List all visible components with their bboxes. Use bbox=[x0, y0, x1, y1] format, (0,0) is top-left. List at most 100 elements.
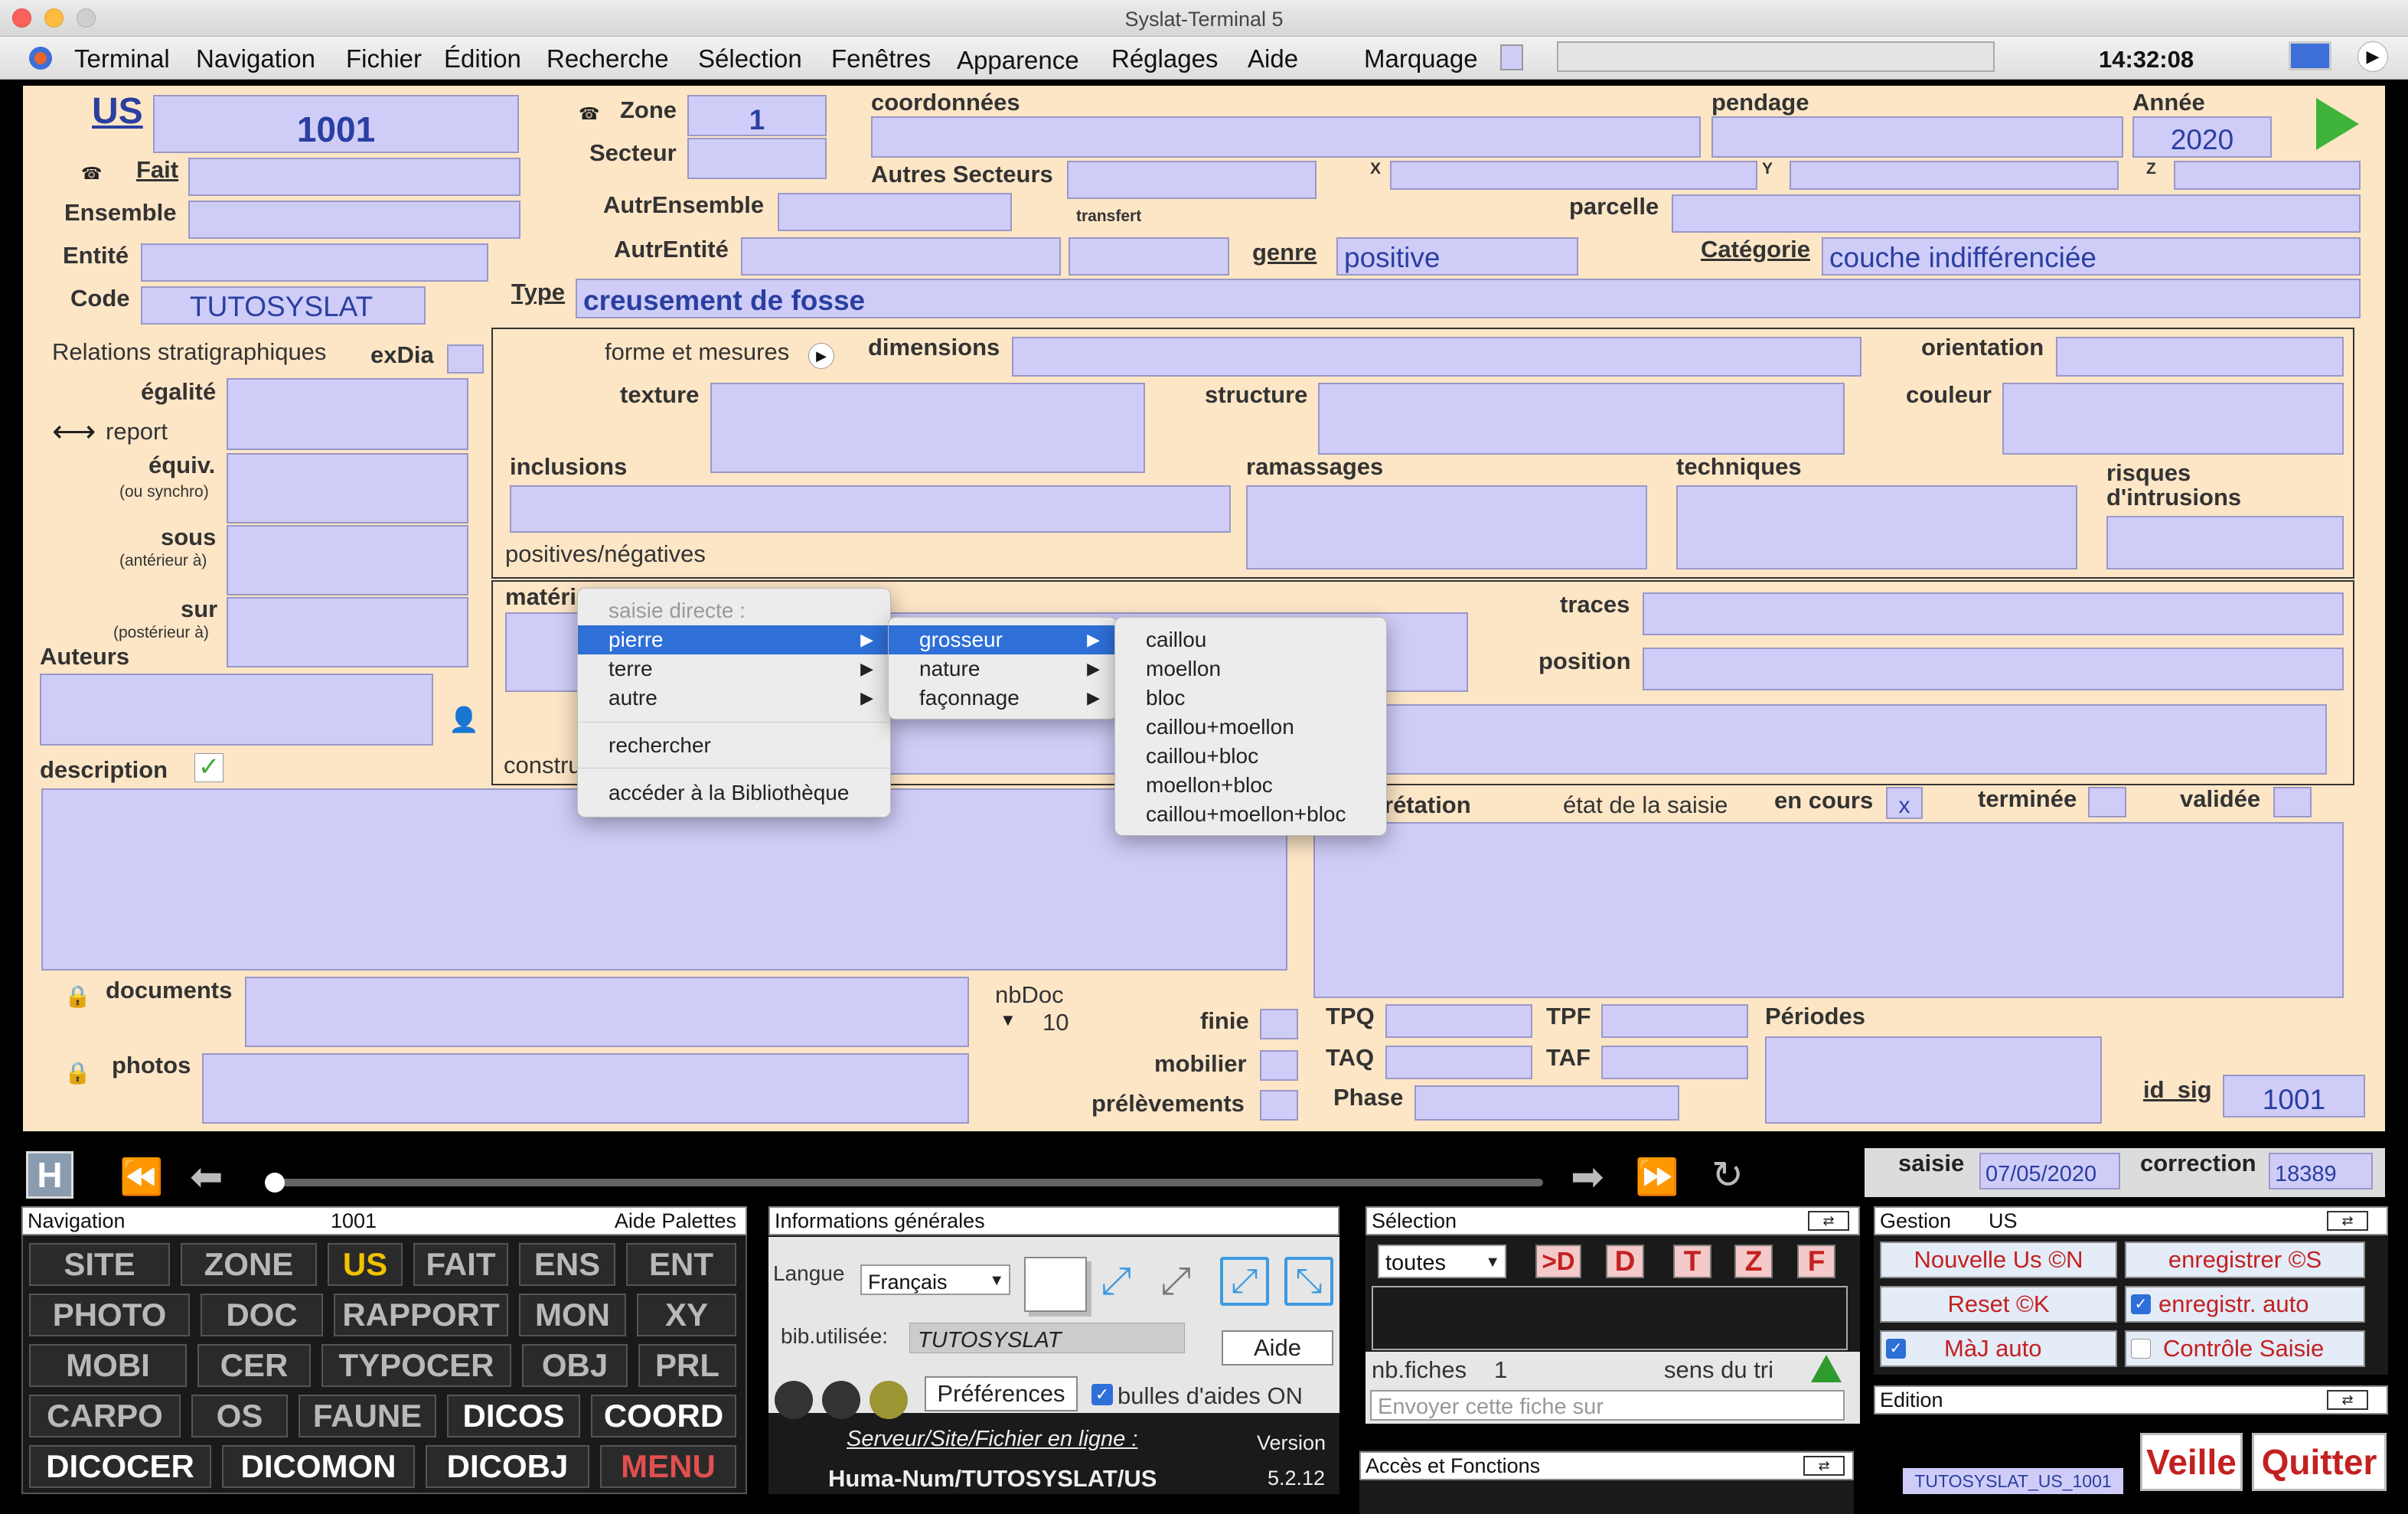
aide-button[interactable]: Aide bbox=[1222, 1330, 1333, 1366]
menu-terminal[interactable]: Terminal bbox=[74, 44, 170, 73]
next-record-arrow-icon[interactable]: ➡ bbox=[1571, 1157, 1604, 1197]
gestion-collapse-icon[interactable]: ⇄ bbox=[2327, 1211, 2368, 1231]
genre-label[interactable]: genre bbox=[1252, 240, 1317, 264]
maj-auto-toggle[interactable]: ✓ MàJ auto bbox=[1880, 1330, 2117, 1367]
collapse-icon[interactable]: ⤡ bbox=[1284, 1257, 1333, 1306]
last-record-icon[interactable]: ⏩ bbox=[1635, 1159, 1679, 1194]
nav-rapport-button[interactable]: RAPPORT bbox=[334, 1294, 508, 1336]
entite-field[interactable] bbox=[141, 243, 488, 282]
first-record-icon[interactable]: ⏪ bbox=[119, 1159, 163, 1194]
us-number-field[interactable]: 1001 bbox=[153, 95, 519, 153]
autrentite-field[interactable] bbox=[741, 237, 1061, 276]
auteurs-field[interactable] bbox=[40, 674, 433, 746]
expand-icon-2[interactable]: ⤢ bbox=[1160, 1261, 1191, 1300]
nouvelle-us-button[interactable]: Nouvelle Us ©N bbox=[1880, 1242, 2117, 1278]
correction-field[interactable]: 18389 bbox=[2269, 1153, 2373, 1189]
record-slider-thumb[interactable] bbox=[265, 1173, 285, 1193]
menu-fichier[interactable]: Fichier bbox=[346, 44, 422, 73]
nav-mon-button[interactable]: MON bbox=[519, 1294, 626, 1336]
expand-icon-3[interactable]: ⤢ bbox=[1220, 1257, 1269, 1306]
sous-field[interactable] bbox=[227, 525, 468, 595]
coordonnees-field[interactable] bbox=[871, 116, 1701, 158]
tpf-field[interactable] bbox=[1601, 1004, 1748, 1038]
window-stack-icon[interactable] bbox=[1024, 1257, 1087, 1312]
dimensions-field[interactable] bbox=[1012, 337, 1861, 377]
menu-item-moellon-bloc[interactable]: moellon+bloc bbox=[1115, 771, 1386, 800]
nav-site-button[interactable]: SITE bbox=[29, 1243, 170, 1286]
sel-t-button[interactable]: T bbox=[1673, 1245, 1711, 1278]
encours-checkbox[interactable]: x bbox=[1886, 787, 1923, 819]
nav-photo-button[interactable]: PHOTO bbox=[29, 1294, 190, 1336]
menu-item-rechercher[interactable]: rechercher bbox=[578, 731, 890, 760]
nav-mobi-button[interactable]: MOBI bbox=[29, 1344, 187, 1387]
serveur-link[interactable]: Serveur/Site/Fichier en ligne : bbox=[847, 1427, 1137, 1452]
menu-item-bloc[interactable]: bloc bbox=[1115, 684, 1386, 713]
maj-auto-checkbox[interactable]: ✓ bbox=[1886, 1339, 1906, 1359]
record-slider[interactable] bbox=[265, 1179, 1543, 1186]
secteur-field[interactable] bbox=[687, 138, 827, 179]
selection-list[interactable] bbox=[1372, 1286, 1848, 1350]
veille-button[interactable]: Veille bbox=[2140, 1433, 2243, 1491]
menu-item-caillou-moellon-bloc[interactable]: caillou+moellon+bloc bbox=[1115, 800, 1386, 829]
edition-collapse-icon[interactable]: ⇄ bbox=[2327, 1390, 2368, 1410]
preferences-button[interactable]: Préférences bbox=[925, 1376, 1078, 1411]
envoyer-field[interactable]: Envoyer cette fiche sur bbox=[1370, 1390, 1845, 1421]
expand-icon-1[interactable]: ⤢ bbox=[1101, 1261, 1131, 1300]
photos-field[interactable] bbox=[202, 1053, 969, 1124]
nav-ent-button[interactable]: ENT bbox=[626, 1243, 736, 1286]
structure-field[interactable] bbox=[1318, 383, 1845, 455]
nav-typocer-button[interactable]: TYPOCER bbox=[321, 1344, 511, 1387]
nav-faune-button[interactable]: FAUNE bbox=[299, 1395, 436, 1437]
nav-dicos-button[interactable]: DICOS bbox=[447, 1395, 580, 1437]
taq-field[interactable] bbox=[1385, 1046, 1532, 1079]
finie-checkbox[interactable] bbox=[1260, 1009, 1298, 1039]
enregistrer-button[interactable]: enregistrer ©S bbox=[2125, 1242, 2365, 1278]
menu-marquage[interactable]: Marquage bbox=[1364, 44, 1478, 73]
parcelle-field[interactable] bbox=[1672, 194, 2361, 233]
fait-field[interactable] bbox=[188, 158, 520, 196]
menu-fenetres[interactable]: Fenêtres bbox=[831, 44, 931, 73]
menu-edition[interactable]: Édition bbox=[444, 44, 521, 73]
y-field[interactable] bbox=[1790, 161, 2119, 190]
categorie-label[interactable]: Catégorie bbox=[1701, 237, 1810, 261]
report-label[interactable]: report bbox=[106, 419, 168, 443]
menu-reglages[interactable]: Réglages bbox=[1111, 44, 1218, 73]
controle-saisie-toggle[interactable]: Contrôle Saisie bbox=[2125, 1330, 2365, 1367]
nav-ens-button[interactable]: ENS bbox=[519, 1243, 615, 1286]
nav-us-button[interactable]: US bbox=[328, 1243, 403, 1286]
idsig-field[interactable]: 1001 bbox=[2223, 1075, 2365, 1118]
tpq-field[interactable] bbox=[1385, 1004, 1532, 1038]
acces-collapse-icon[interactable]: ⇄ bbox=[1803, 1456, 1845, 1476]
risques-field[interactable] bbox=[2106, 516, 2344, 569]
egalite-field[interactable] bbox=[227, 378, 468, 450]
autres-secteurs-field[interactable] bbox=[1067, 161, 1317, 199]
sel-f-button[interactable]: F bbox=[1797, 1245, 1835, 1278]
nav-coord-button[interactable]: COORD bbox=[591, 1395, 736, 1437]
equiv-field[interactable] bbox=[227, 453, 468, 524]
type-field[interactable]: creusement de fosse bbox=[576, 279, 2361, 318]
selection-collapse-icon[interactable]: ⇄ bbox=[1808, 1211, 1849, 1231]
description-check-icon[interactable]: ✓ bbox=[194, 753, 224, 782]
validee-checkbox[interactable] bbox=[2273, 787, 2312, 817]
enregistr-auto-checkbox[interactable]: ✓ bbox=[2131, 1294, 2151, 1314]
menu-item-caillou-bloc[interactable]: caillou+bloc bbox=[1115, 742, 1386, 771]
menu-selection[interactable]: Sélection bbox=[698, 44, 802, 73]
exdia-field[interactable] bbox=[447, 344, 484, 374]
nav-doc-button[interactable]: DOC bbox=[201, 1294, 323, 1336]
categorie-field[interactable]: couche indifférenciée bbox=[1822, 237, 2361, 276]
nav-aide-palettes[interactable]: Aide Palettes bbox=[615, 1208, 736, 1234]
enregistr-auto-toggle[interactable]: ✓ enregistr. auto bbox=[2125, 1286, 2365, 1323]
sur-field[interactable] bbox=[227, 597, 468, 667]
taf-field[interactable] bbox=[1601, 1046, 1748, 1079]
ensemble-field[interactable] bbox=[188, 201, 520, 239]
refresh-icon[interactable]: ↻ bbox=[1711, 1156, 1744, 1194]
menu-item-pierre[interactable]: pierre ▶ bbox=[578, 625, 890, 654]
traces-field[interactable] bbox=[1643, 592, 2344, 635]
sel-d-button[interactable]: D bbox=[1606, 1245, 1644, 1278]
idsig-label[interactable]: id_sig bbox=[2143, 1078, 2212, 1101]
nav-menu-button[interactable]: MENU bbox=[600, 1445, 736, 1488]
menu-item-terre[interactable]: terre ▶ bbox=[578, 654, 890, 684]
nav-fait-button[interactable]: FAIT bbox=[413, 1243, 508, 1286]
nav-dicocer-button[interactable]: DICOCER bbox=[29, 1445, 211, 1488]
zone-field[interactable]: 1 bbox=[687, 95, 827, 136]
